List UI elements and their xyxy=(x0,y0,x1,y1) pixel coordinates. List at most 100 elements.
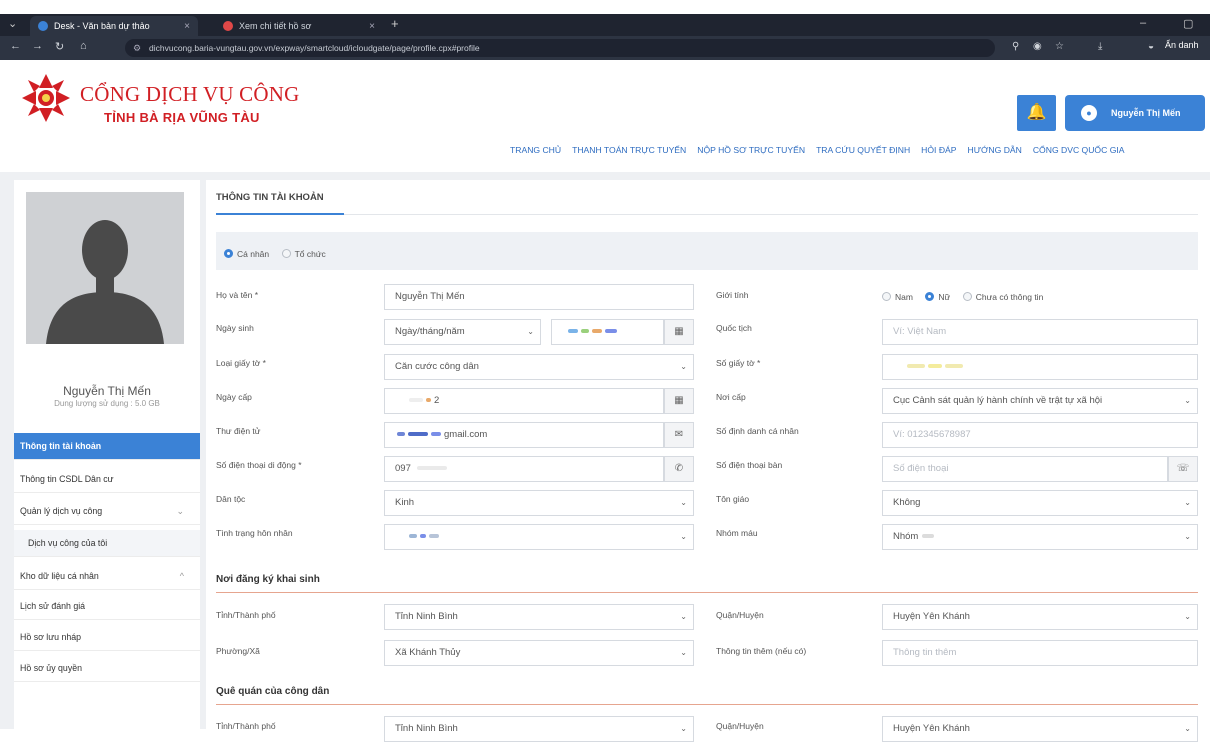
radio-male[interactable] xyxy=(882,292,891,302)
brand-subtitle: TỈNH BÀ RỊA VŨNG TÀU xyxy=(104,110,260,125)
label-marital: Tình trạng hôn nhân xyxy=(216,528,293,538)
hometown-province-select[interactable]: Tỉnh Ninh Bình ⌄ xyxy=(384,716,694,742)
dob-input[interactable] xyxy=(551,319,664,345)
label-mobile: Số điện thoại di động * xyxy=(216,460,302,470)
sidebar-item-personal-storage[interactable]: Kho dữ liệu cá nhân ^ xyxy=(14,563,200,590)
avatar[interactable] xyxy=(26,192,184,344)
issue-date-input[interactable]: 2 xyxy=(384,388,664,414)
blood-type-select[interactable]: Nhóm ⌄ xyxy=(882,524,1198,550)
nav-online-payment[interactable]: THANH TOÁN TRỰC TUYẾN xyxy=(572,145,686,161)
download-icon[interactable]: ⤓ xyxy=(1098,41,1102,52)
section-birth-registration: Nơi đăng ký khai sinh xyxy=(216,574,320,585)
chevron-down-icon: ⌄ xyxy=(680,532,687,541)
extra-info-field[interactable]: Thông tin thêm xyxy=(882,640,1198,666)
site-info-icon[interactable]: ⚙ xyxy=(133,39,141,57)
profile-sidebar: Nguyễn Thị Mến Dung lượng sử dụng : 5.0 … xyxy=(14,180,200,729)
calendar-icon[interactable]: ▦ xyxy=(664,388,694,414)
nav-guide[interactable]: HƯỚNG DẪN xyxy=(968,145,1022,161)
label-email: Thư điện tử xyxy=(216,426,261,436)
star-icon[interactable]: ☆ xyxy=(1055,41,1064,52)
document-caption-fragment xyxy=(0,0,1210,14)
ethnicity-select[interactable]: Kinh ⌄ xyxy=(384,490,694,516)
sidebar-item-manage-services[interactable]: Quản lý dịch vụ công ⌄ xyxy=(14,498,200,525)
phone-icon[interactable]: ✆ xyxy=(664,456,694,482)
label-religion: Tôn giáo xyxy=(716,494,750,504)
label-extra-info: Thông tin thêm (nếu có) xyxy=(716,646,807,656)
zoom-icon[interactable]: ⚲ xyxy=(1012,41,1019,52)
dob-format-select[interactable]: Ngày/tháng/năm ⌄ xyxy=(384,319,541,345)
personal-id-field[interactable]: Ví: 012345678987 xyxy=(882,422,1198,448)
user-icon: ● xyxy=(1081,105,1097,121)
landline-icon[interactable]: ☏ xyxy=(1168,456,1198,482)
sidebar-item-rating-history[interactable]: Lịch sử đánh giá xyxy=(14,593,200,620)
close-tab-icon[interactable]: × xyxy=(369,21,375,32)
sidebar-item-my-services[interactable]: Dịch vụ công của tôi xyxy=(14,530,200,557)
incognito-label[interactable]: Ẩn danh xyxy=(1165,40,1199,50)
back-icon[interactable]: ← xyxy=(10,40,21,52)
marital-select[interactable]: ⌄ xyxy=(384,524,694,550)
doc-number-field[interactable] xyxy=(882,354,1198,380)
chevron-down-icon: ⌄ xyxy=(1184,532,1191,541)
title-underline xyxy=(216,213,344,215)
browser-tab-1[interactable]: Desk - Văn bản dự thảo × xyxy=(30,16,198,36)
birth-province-select[interactable]: Tỉnh Ninh Bình ⌄ xyxy=(384,604,694,630)
storage-quota: Dung lượng sử dụng : 5.0 GB xyxy=(54,399,160,408)
nationality-field[interactable]: Ví: Việt Nam xyxy=(882,319,1198,345)
nav-home[interactable]: TRANG CHỦ xyxy=(510,145,561,161)
home-icon[interactable]: ⌂ xyxy=(80,40,87,52)
sidebar-item-account-info[interactable]: Thông tin tài khoản xyxy=(14,433,200,460)
calendar-icon[interactable]: ▦ xyxy=(664,319,694,345)
brand-title: CỔNG DỊCH VỤ CÔNG xyxy=(80,82,300,106)
nav-submit-online[interactable]: NỘP HỒ SƠ TRỰC TUYẾN xyxy=(697,145,805,161)
url-field[interactable]: ⚙ dichvucong.baria-vungtau.gov.vn/expway… xyxy=(125,39,995,57)
envelope-icon[interactable]: ✉ xyxy=(664,422,694,448)
section-hometown: Quê quán của công dân xyxy=(216,686,330,697)
notification-bell-icon[interactable]: 🔔 xyxy=(1017,95,1056,131)
birth-district-select[interactable]: Huyện Yên Khánh ⌄ xyxy=(882,604,1198,630)
hometown-district-select[interactable]: Huyện Yên Khánh ⌄ xyxy=(882,716,1198,742)
nav-national-portal[interactable]: CỔNG DVC QUỐC GIA xyxy=(1033,145,1125,161)
birth-ward-select[interactable]: Xã Khánh Thủy ⌄ xyxy=(384,640,694,666)
close-tab-icon[interactable]: × xyxy=(184,21,190,32)
site-favicon-icon xyxy=(223,21,233,31)
email-field[interactable]: gmail.com xyxy=(384,422,664,448)
radio-female[interactable] xyxy=(925,292,935,302)
chevron-down-icon: ⌄ xyxy=(1184,724,1191,733)
new-tab-button[interactable]: + xyxy=(391,16,399,31)
chevron-down-icon: ⌄ xyxy=(1184,396,1191,405)
maximize-icon[interactable]: ▢ xyxy=(1183,17,1193,30)
issue-place-select[interactable]: Cục Cảnh sát quản lý hành chính về trật … xyxy=(882,388,1198,414)
label-gender: Giới tính xyxy=(716,290,749,300)
nav-faq[interactable]: HỎI ĐÁP xyxy=(921,145,956,161)
incognito-icon: ◒ xyxy=(1148,41,1155,52)
doc-type-select[interactable]: Căn cước công dân ⌄ xyxy=(384,354,694,380)
religion-select[interactable]: Không ⌄ xyxy=(882,490,1198,516)
sidebar-item-authorized-records[interactable]: Hồ sơ ủy quyền xyxy=(14,655,200,682)
sidebar-item-population-db[interactable]: Thông tin CSDL Dân cư xyxy=(14,466,200,493)
sidebar-item-drafts[interactable]: Hồ sơ lưu nháp xyxy=(14,624,200,651)
radio-unknown[interactable] xyxy=(962,292,972,302)
gender-radio-group: Nam Nữ Chưa có thông tin xyxy=(882,288,1051,306)
chevron-down-icon: ⌄ xyxy=(680,362,687,371)
section-divider xyxy=(216,592,1198,593)
reload-icon[interactable]: ↻ xyxy=(55,40,64,53)
chevron-down-icon: ⌄ xyxy=(176,506,184,516)
browser-address-bar: ← → ↻ ⌂ ⚙ dichvucong.baria-vungtau.gov.v… xyxy=(0,36,1210,60)
landline-field[interactable]: Số điện thoại xyxy=(882,456,1168,482)
eye-off-icon[interactable]: ◉ xyxy=(1033,41,1042,52)
minimize-icon[interactable]: – xyxy=(1140,17,1146,29)
radio-individual[interactable] xyxy=(224,249,233,259)
radio-organization[interactable] xyxy=(281,249,291,259)
user-account-button[interactable]: ● Nguyễn Thị Mến xyxy=(1065,95,1205,131)
tab-search-icon[interactable]: ⌄ xyxy=(8,17,17,30)
mobile-field[interactable]: 097 xyxy=(384,456,664,482)
label-hometown-province: Tỉnh/Thành phố xyxy=(216,721,276,731)
avatar-silhouette-icon xyxy=(26,192,184,344)
nav-lookup-decision[interactable]: TRA CỨU QUYẾT ĐỊNH xyxy=(816,145,910,161)
full-name-field[interactable]: Nguyễn Thị Mến xyxy=(384,284,694,310)
label-personal-id: Số định danh cá nhân xyxy=(716,426,799,436)
forward-icon[interactable]: → xyxy=(32,40,43,52)
globe-icon xyxy=(38,21,48,31)
browser-tab-2[interactable]: Xem chi tiết hồ sơ × xyxy=(215,16,383,36)
title-divider xyxy=(216,214,1198,215)
